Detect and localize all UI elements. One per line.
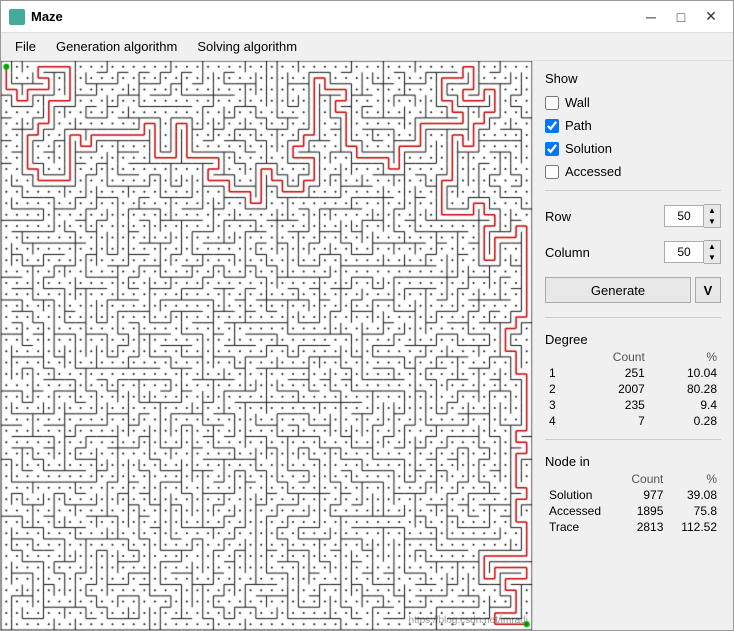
divider-2: [545, 317, 721, 318]
node-count-header: Count: [618, 471, 667, 487]
table-row: Accessed 1895 75.8: [545, 503, 721, 519]
menu-solving[interactable]: Solving algorithm: [187, 37, 307, 56]
degree-pct-header: %: [649, 349, 721, 365]
wall-checkbox[interactable]: [545, 96, 559, 110]
degree-value: 3: [545, 397, 573, 413]
column-up-button[interactable]: ▲: [704, 241, 720, 252]
solution-label: Solution: [565, 141, 612, 156]
watermark: https://blog.csdn.net/imradj: [408, 615, 528, 626]
degree-value: 2: [545, 381, 573, 397]
row-up-button[interactable]: ▲: [704, 205, 720, 216]
degree-table: Count % 1 251 10.04 2 2007 80.28 3 235 9…: [545, 349, 721, 429]
row-input[interactable]: [664, 205, 704, 227]
wall-label: Wall: [565, 95, 590, 110]
degree-col-header: [545, 349, 573, 365]
main-window: Maze ─ □ ✕ File Generation algorithm Sol…: [0, 0, 734, 631]
degree-pct: 9.4: [649, 397, 721, 413]
row-arrows: ▲ ▼: [704, 204, 721, 228]
degree-count-header: Count: [573, 349, 649, 365]
degree-count: 251: [573, 365, 649, 381]
generate-row: Generate V: [545, 277, 721, 303]
degree-pct: 10.04: [649, 365, 721, 381]
node-table: Count % Solution 977 39.08 Accessed 1895…: [545, 471, 721, 535]
node-name: Trace: [545, 519, 618, 535]
column-spinbox-row: Column ▲ ▼: [545, 240, 721, 264]
generate-button[interactable]: Generate: [545, 277, 691, 303]
main-content: https://blog.csdn.net/imradj Show Wall P…: [1, 61, 733, 630]
degree-count: 235: [573, 397, 649, 413]
maze-canvas: [1, 61, 532, 630]
path-checkbox[interactable]: [545, 119, 559, 133]
table-row: Solution 977 39.08: [545, 487, 721, 503]
node-name: Accessed: [545, 503, 618, 519]
accessed-checkbox-row: Accessed: [545, 164, 721, 179]
menu-bar: File Generation algorithm Solving algori…: [1, 33, 733, 61]
column-down-button[interactable]: ▼: [704, 252, 720, 263]
table-row: 1 251 10.04: [545, 365, 721, 381]
degree-section: Degree Count % 1 251 10.04 2 2007 80.: [545, 332, 721, 429]
close-button[interactable]: ✕: [697, 6, 725, 28]
title-bar: Maze ─ □ ✕: [1, 1, 733, 33]
degree-title: Degree: [545, 332, 721, 347]
minimize-button[interactable]: ─: [637, 6, 665, 28]
node-count: 977: [618, 487, 667, 503]
table-row: 3 235 9.4: [545, 397, 721, 413]
menu-file[interactable]: File: [5, 37, 46, 56]
menu-generation[interactable]: Generation algorithm: [46, 37, 187, 56]
path-label: Path: [565, 118, 592, 133]
table-row: 4 7 0.28: [545, 413, 721, 429]
column-input[interactable]: [664, 241, 704, 263]
table-row: Trace 2813 112.52: [545, 519, 721, 535]
accessed-checkbox[interactable]: [545, 165, 559, 179]
degree-value: 4: [545, 413, 573, 429]
column-label: Column: [545, 245, 590, 260]
node-pct: 39.08: [667, 487, 721, 503]
degree-count: 7: [573, 413, 649, 429]
degree-value: 1: [545, 365, 573, 381]
wall-checkbox-row: Wall: [545, 95, 721, 110]
solution-checkbox-row: Solution: [545, 141, 721, 156]
show-section-title: Show: [545, 71, 721, 86]
row-label: Row: [545, 209, 571, 224]
divider-3: [545, 439, 721, 440]
maximize-button[interactable]: □: [667, 6, 695, 28]
node-col-header: [545, 471, 618, 487]
path-checkbox-row: Path: [545, 118, 721, 133]
node-section: Node in Count % Solution 977 39.08 Acces…: [545, 454, 721, 535]
node-pct-header: %: [667, 471, 721, 487]
accessed-label: Accessed: [565, 164, 621, 179]
degree-pct: 0.28: [649, 413, 721, 429]
node-name: Solution: [545, 487, 618, 503]
window-controls: ─ □ ✕: [637, 6, 725, 28]
row-down-button[interactable]: ▼: [704, 216, 720, 227]
node-pct: 112.52: [667, 519, 721, 535]
row-spinbox: ▲ ▼: [664, 204, 721, 228]
table-row: 2 2007 80.28: [545, 381, 721, 397]
degree-pct: 80.28: [649, 381, 721, 397]
divider-1: [545, 190, 721, 191]
degree-count: 2007: [573, 381, 649, 397]
row-spinbox-row: Row ▲ ▼: [545, 204, 721, 228]
sidebar: Show Wall Path Solution Accessed Row: [533, 61, 733, 630]
window-title: Maze: [31, 9, 637, 24]
v-button[interactable]: V: [695, 277, 721, 303]
column-spinbox: ▲ ▼: [664, 240, 721, 264]
column-arrows: ▲ ▼: [704, 240, 721, 264]
maze-area: https://blog.csdn.net/imradj: [1, 61, 533, 630]
solution-checkbox[interactable]: [545, 142, 559, 156]
node-count: 2813: [618, 519, 667, 535]
node-title: Node in: [545, 454, 721, 469]
node-count: 1895: [618, 503, 667, 519]
app-icon: [9, 9, 25, 25]
node-pct: 75.8: [667, 503, 721, 519]
